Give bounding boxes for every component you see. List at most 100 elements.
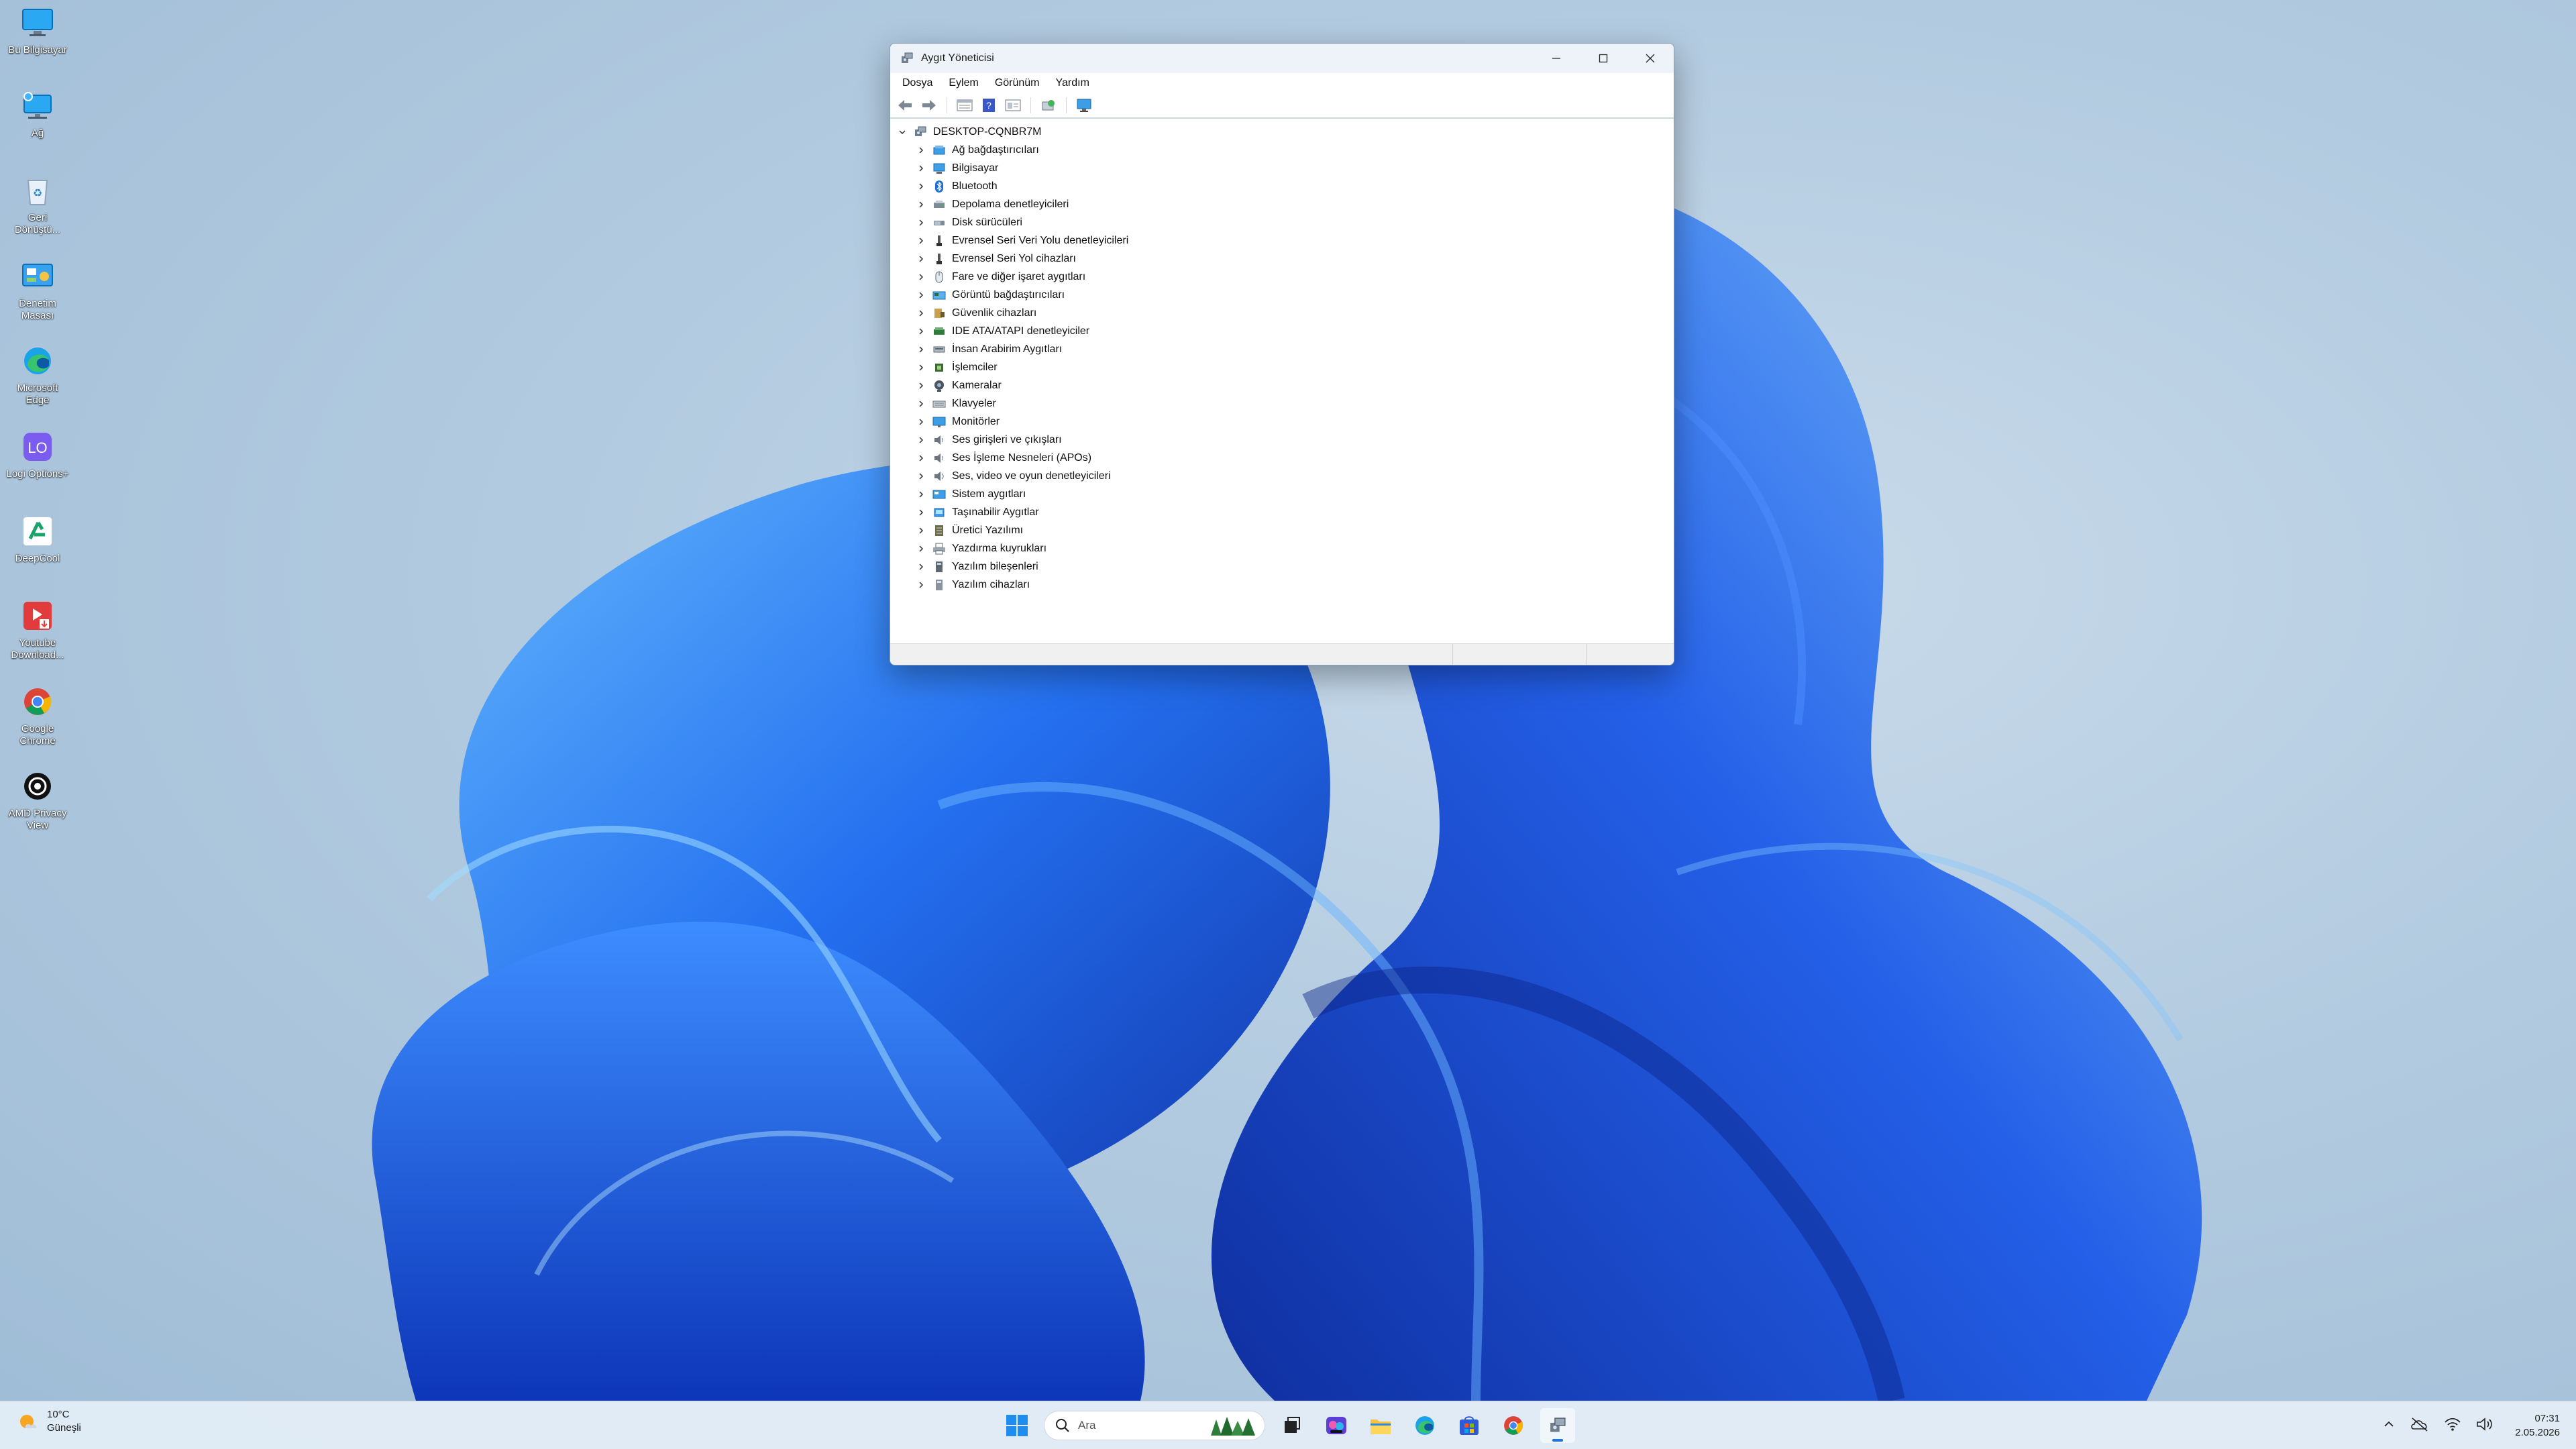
chevron-right-icon[interactable] bbox=[914, 343, 928, 356]
tree-item-storage-controller[interactable]: Depolama denetleyicileri bbox=[890, 195, 1674, 213]
chevron-right-icon[interactable] bbox=[914, 397, 928, 411]
tree-item-usb-device[interactable]: Evrensel Seri Yol cihazları bbox=[890, 250, 1674, 268]
desktop-icon-chrome[interactable]: Google Chrome bbox=[5, 684, 70, 747]
chevron-right-icon[interactable] bbox=[914, 361, 928, 374]
chevron-right-icon[interactable] bbox=[914, 415, 928, 429]
file-explorer-button[interactable] bbox=[1363, 1408, 1398, 1443]
store-button[interactable] bbox=[1452, 1408, 1487, 1443]
tree-item-audio-io[interactable]: Ses girişleri ve çıkışları bbox=[890, 431, 1674, 449]
clock[interactable]: 07:31 2.05.2026 bbox=[2515, 1411, 2560, 1440]
desktop-icon-network[interactable]: Ağ bbox=[5, 89, 70, 140]
monitor-scan-button[interactable] bbox=[1075, 96, 1093, 115]
maximize-button[interactable] bbox=[1580, 44, 1627, 73]
chevron-right-icon[interactable] bbox=[914, 180, 928, 193]
tree-item-printer[interactable]: Yazdırma kuyrukları bbox=[890, 539, 1674, 557]
chevron-right-icon[interactable] bbox=[914, 307, 928, 320]
volume-button[interactable] bbox=[2476, 1417, 2493, 1435]
chevron-right-icon[interactable] bbox=[914, 144, 928, 157]
tree-item-monitor[interactable]: Monitörler bbox=[890, 413, 1674, 431]
device-manager-taskbar-button[interactable] bbox=[1540, 1408, 1575, 1443]
menu-bar: Dosya Eylem Görünüm Yardım bbox=[890, 73, 1674, 93]
tree-item-security-device[interactable]: Güvenlik cihazları bbox=[890, 304, 1674, 322]
tree-item-system-device[interactable]: Sistem aygıtları bbox=[890, 485, 1674, 503]
tree-item-disk-drive[interactable]: Disk sürücüleri bbox=[890, 213, 1674, 231]
wifi-button[interactable] bbox=[2444, 1417, 2461, 1435]
chevron-right-icon[interactable] bbox=[914, 162, 928, 175]
back-button[interactable] bbox=[896, 96, 914, 115]
chevron-right-icon[interactable] bbox=[914, 524, 928, 537]
control-panel-icon bbox=[20, 259, 55, 294]
chevron-right-icon[interactable] bbox=[914, 379, 928, 392]
chevron-right-icon[interactable] bbox=[914, 288, 928, 302]
chevron-right-icon[interactable] bbox=[914, 542, 928, 555]
weather-widget[interactable]: 10°C Güneşli bbox=[16, 1408, 81, 1435]
tree-item-portable-device[interactable]: Taşınabilir Aygıtlar bbox=[890, 503, 1674, 521]
tree-item-hid[interactable]: İnsan Arabirim Aygıtları bbox=[890, 340, 1674, 358]
tree-item-audio-processing[interactable]: Ses İşleme Nesneleri (APOs) bbox=[890, 449, 1674, 467]
tree-item-camera[interactable]: Kameralar bbox=[890, 376, 1674, 394]
task-view-button[interactable] bbox=[1275, 1408, 1309, 1443]
tree-item-mouse[interactable]: Fare ve diğer işaret aygıtları bbox=[890, 268, 1674, 286]
help-button[interactable]: ? bbox=[979, 96, 998, 115]
chevron-right-icon[interactable] bbox=[914, 198, 928, 211]
chevron-right-icon[interactable] bbox=[914, 433, 928, 447]
show-hidden-icons-button[interactable] bbox=[2382, 1417, 2396, 1434]
chevron-right-icon[interactable] bbox=[914, 216, 928, 229]
desktop-icon-amd-privacy-view[interactable]: AMD Privacy View bbox=[5, 769, 70, 832]
desktop-icon-deepcool[interactable]: DeepCool bbox=[5, 514, 70, 565]
tree-item-firmware[interactable]: Üretici Yazılımı bbox=[890, 521, 1674, 539]
desktop-icon-this-pc[interactable]: Bu Bilgisayar bbox=[5, 5, 70, 56]
taskbar-search[interactable]: Ara bbox=[1044, 1411, 1265, 1440]
minimize-button[interactable] bbox=[1533, 44, 1580, 73]
tree-root-row[interactable]: DESKTOP-CQNBR7M bbox=[890, 123, 1674, 141]
chevron-right-icon[interactable] bbox=[914, 234, 928, 248]
start-button[interactable] bbox=[1000, 1408, 1034, 1443]
close-button[interactable] bbox=[1627, 44, 1674, 73]
forward-button[interactable] bbox=[920, 96, 938, 115]
scan-hardware-button[interactable] bbox=[1039, 96, 1058, 115]
tree-item-usb[interactable]: Evrensel Seri Veri Yolu denetleyicileri bbox=[890, 231, 1674, 250]
copilot-app-button[interactable] bbox=[1319, 1408, 1354, 1443]
chrome-button[interactable] bbox=[1496, 1408, 1531, 1443]
desktop-icon-edge[interactable]: Microsoft Edge bbox=[5, 343, 70, 407]
tree-item-keyboard[interactable]: Klavyeler bbox=[890, 394, 1674, 413]
tree-item-software-component[interactable]: Yazılım bileşenleri bbox=[890, 557, 1674, 576]
title-bar[interactable]: Aygıt Yöneticisi bbox=[890, 44, 1674, 73]
tree-item-display-adapter[interactable]: Görüntü bağdaştırıcıları bbox=[890, 286, 1674, 304]
tree-item-sound-video[interactable]: Ses, video ve oyun denetleyicileri bbox=[890, 467, 1674, 485]
tree-item-label: Yazılım bileşenleri bbox=[952, 560, 1038, 572]
firmware-icon bbox=[932, 523, 947, 538]
chevron-right-icon[interactable] bbox=[914, 325, 928, 338]
tree-item-software-device[interactable]: Yazılım cihazları bbox=[890, 576, 1674, 594]
chevron-right-icon[interactable] bbox=[914, 451, 928, 465]
desktop-icon-logi-options[interactable]: LO Logi Options+ bbox=[5, 429, 70, 480]
chevron-right-icon[interactable] bbox=[914, 506, 928, 519]
tree-item-label: Görüntü bağdaştırıcıları bbox=[952, 288, 1065, 301]
chevron-up-icon bbox=[2384, 1421, 2394, 1427]
properties-view-button[interactable] bbox=[955, 96, 974, 115]
desktop-icon-control-panel[interactable]: Denetim Masası bbox=[5, 259, 70, 322]
menu-file[interactable]: Dosya bbox=[894, 74, 941, 92]
tree-item-network-adapter[interactable]: Ağ bağdaştırıcıları bbox=[890, 141, 1674, 159]
chevron-right-icon[interactable] bbox=[914, 470, 928, 483]
help-icon: ? bbox=[983, 99, 995, 112]
chevron-right-icon[interactable] bbox=[914, 488, 928, 501]
tree-item-ide-controller[interactable]: IDE ATA/ATAPI denetleyiciler bbox=[890, 322, 1674, 340]
chevron-right-icon[interactable] bbox=[914, 560, 928, 574]
menu-view[interactable]: Görünüm bbox=[987, 74, 1048, 92]
menu-action[interactable]: Eylem bbox=[941, 74, 986, 92]
tree-item-processor[interactable]: İşlemciler bbox=[890, 358, 1674, 376]
desktop-icon-recycle-bin[interactable]: ♻ Geri Dönüştü... bbox=[5, 173, 70, 236]
tree-item-bluetooth[interactable]: Bluetooth bbox=[890, 177, 1674, 195]
edge-button[interactable] bbox=[1407, 1408, 1442, 1443]
chevron-right-icon[interactable] bbox=[914, 252, 928, 266]
desktop-icon-youtube-downloader[interactable]: Youtube Download... bbox=[5, 598, 70, 661]
details-view-button[interactable] bbox=[1004, 96, 1022, 115]
tree-item-computer[interactable]: Bilgisayar bbox=[890, 159, 1674, 177]
onedrive-button[interactable] bbox=[2410, 1417, 2429, 1435]
system-device-icon bbox=[932, 487, 947, 502]
menu-help[interactable]: Yardım bbox=[1048, 74, 1097, 92]
chevron-right-icon[interactable] bbox=[914, 578, 928, 592]
chevron-down-icon[interactable] bbox=[896, 125, 909, 139]
chevron-right-icon[interactable] bbox=[914, 270, 928, 284]
